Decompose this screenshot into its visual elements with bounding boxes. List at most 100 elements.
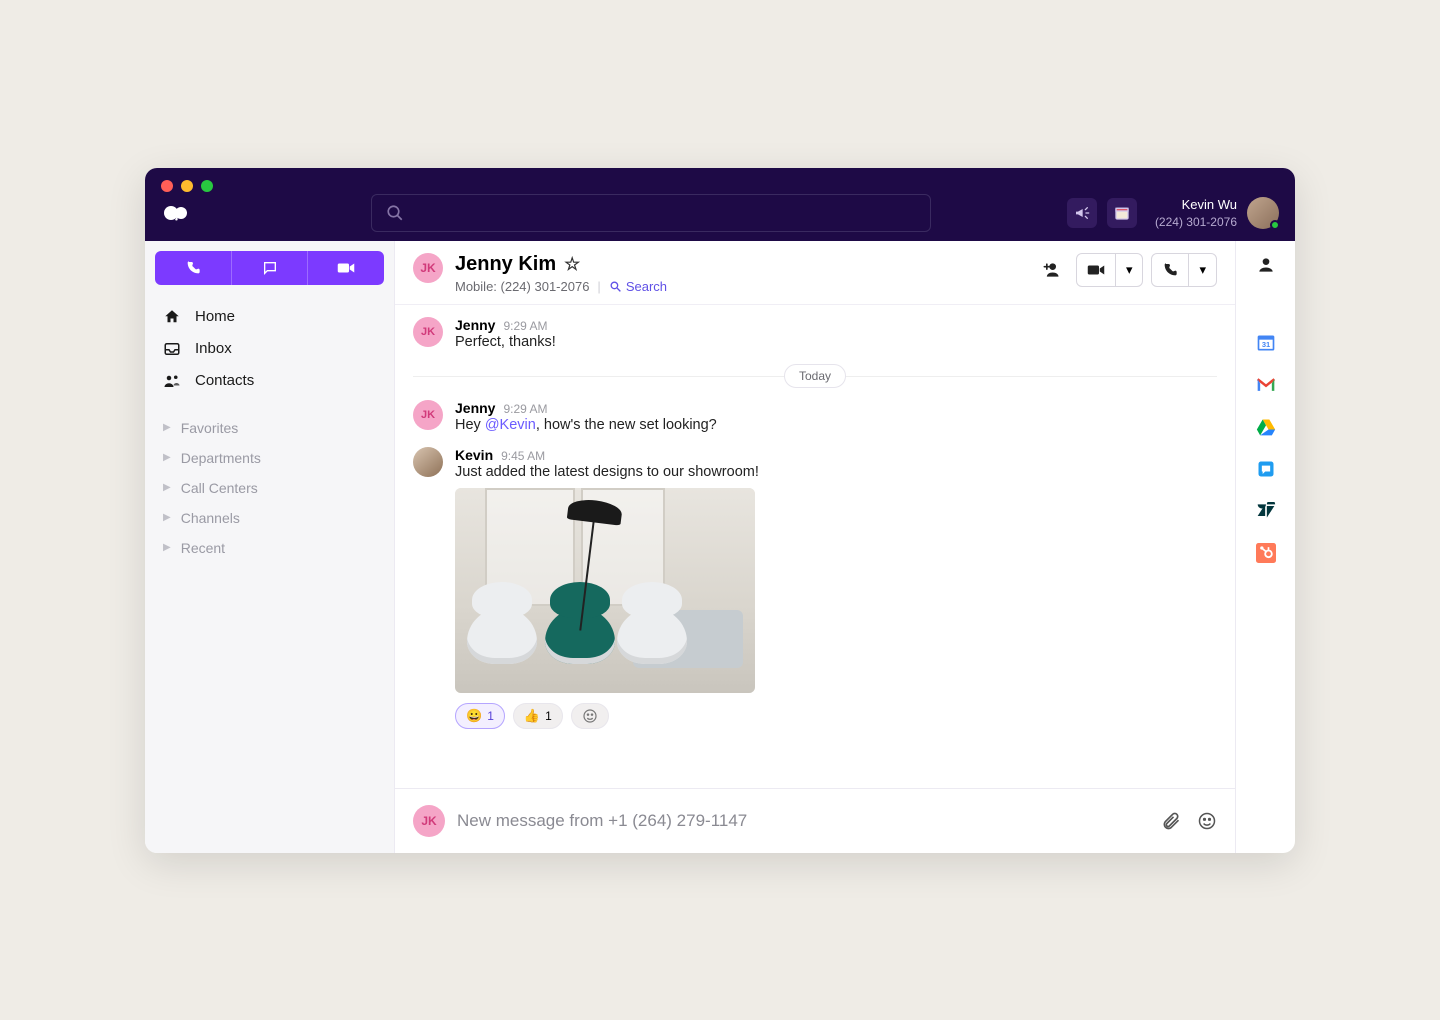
add-reaction-button[interactable] — [571, 703, 609, 729]
caret-right-icon: ▶ — [163, 452, 171, 463]
message: JK Jenny 9:29 AM Perfect, thanks! — [413, 317, 1217, 350]
home-icon — [163, 308, 181, 326]
section-label: Recent — [181, 540, 225, 556]
sender-name: Jenny — [455, 317, 495, 333]
reaction-count: 1 — [545, 709, 552, 723]
reaction-thumbs-up[interactable]: 👍 1 — [513, 703, 563, 729]
conversation-header: JK Jenny Kim ☆ Mobile: (224) 301-2076 | … — [395, 241, 1235, 305]
section-recent[interactable]: ▶ Recent — [145, 533, 394, 563]
video-call-split[interactable]: ▾ — [1076, 253, 1144, 287]
sender-avatar — [413, 447, 443, 477]
inbox-icon — [163, 340, 181, 358]
megaphone-button[interactable] — [1067, 198, 1097, 228]
nav-contacts[interactable]: Contacts — [145, 365, 394, 397]
sender-name: Jenny — [455, 400, 495, 416]
conversation: JK Jenny Kim ☆ Mobile: (224) 301-2076 | … — [395, 241, 1235, 853]
star-icon[interactable]: ☆ — [564, 254, 580, 275]
attach-button[interactable] — [1161, 811, 1181, 831]
global-search[interactable] — [371, 194, 931, 232]
presence-indicator — [1270, 220, 1280, 230]
phone-call-button[interactable] — [1152, 254, 1189, 286]
contact-profile-button[interactable] — [1256, 255, 1276, 275]
composer-actions — [1161, 811, 1217, 831]
video-call-dropdown[interactable]: ▾ — [1116, 254, 1143, 286]
gmail-app-icon[interactable] — [1256, 375, 1276, 395]
call-button[interactable] — [155, 251, 232, 285]
reactions: 😀 1 👍 1 — [455, 703, 1217, 729]
titlebar: Kevin Wu (224) 301-2076 — [145, 168, 1295, 241]
app-rail: 31 — [1235, 241, 1295, 853]
nav-home[interactable]: Home — [145, 301, 394, 333]
calendar-button[interactable] — [1107, 198, 1137, 228]
section-label: Call Centers — [181, 480, 258, 496]
hubspot-app-icon[interactable] — [1256, 543, 1276, 563]
message-time: 9:29 AM — [503, 402, 547, 416]
conversation-actions: ▾ ▾ — [1034, 253, 1217, 287]
search-conversation[interactable]: Search — [609, 279, 667, 294]
caret-right-icon: ▶ — [163, 512, 171, 523]
video-button[interactable] — [308, 251, 384, 285]
current-user[interactable]: Kevin Wu (224) 301-2076 — [1155, 196, 1279, 230]
section-departments[interactable]: ▶ Departments — [145, 443, 394, 473]
contacts-icon — [163, 372, 181, 390]
section-favorites[interactable]: ▶ Favorites — [145, 413, 394, 443]
section-label: Channels — [181, 510, 240, 526]
message-time: 9:45 AM — [501, 449, 545, 463]
sender-avatar: JK — [413, 317, 443, 347]
user-name: Kevin Wu — [1155, 196, 1237, 214]
header-actions: Kevin Wu (224) 301-2076 — [1067, 196, 1279, 230]
sender-avatar: JK — [413, 400, 443, 430]
mobile-number: Mobile: (224) 301-2076 — [455, 279, 589, 294]
phone-call-dropdown[interactable]: ▾ — [1189, 254, 1216, 286]
nav-inbox[interactable]: Inbox — [145, 333, 394, 365]
minimize-window[interactable] — [181, 180, 193, 192]
composer-input[interactable]: New message from +1 (264) 279-1147 — [457, 811, 1149, 831]
video-call-button[interactable] — [1077, 254, 1116, 286]
main: JK Jenny Kim ☆ Mobile: (224) 301-2076 | … — [395, 241, 1295, 853]
mention[interactable]: @Kevin — [485, 417, 536, 433]
sender-name: Kevin — [455, 447, 493, 463]
quick-actions — [155, 251, 384, 285]
app-window: Kevin Wu (224) 301-2076 — [145, 168, 1295, 853]
chat-app-icon[interactable] — [1256, 459, 1276, 479]
close-window[interactable] — [161, 180, 173, 192]
zendesk-app-icon[interactable] — [1256, 501, 1276, 521]
reaction-count: 1 — [487, 709, 494, 723]
emoji-button[interactable] — [1197, 811, 1217, 831]
section-label: Favorites — [181, 420, 239, 436]
contact-avatar: JK — [413, 253, 443, 283]
message-attachment-image[interactable] — [455, 488, 755, 693]
message: Kevin 9:45 AM Just added the latest desi… — [413, 447, 1217, 729]
phone-call-split[interactable]: ▾ — [1151, 253, 1217, 287]
caret-right-icon: ▶ — [163, 422, 171, 433]
message-button[interactable] — [232, 251, 309, 285]
contact-name-text: Jenny Kim — [455, 253, 556, 276]
user-avatar[interactable] — [1247, 197, 1279, 229]
date-divider: Today — [413, 364, 1217, 388]
contact-subline: Mobile: (224) 301-2076 | Search — [455, 279, 667, 294]
emoji: 😀 — [466, 708, 482, 724]
message-list[interactable]: JK Jenny 9:29 AM Perfect, thanks! Today — [395, 305, 1235, 788]
caret-down-icon: ▾ — [1126, 262, 1133, 278]
section-channels[interactable]: ▶ Channels — [145, 503, 394, 533]
caret-down-icon: ▾ — [1199, 262, 1206, 278]
calendar-app-icon[interactable]: 31 — [1256, 333, 1276, 353]
nav-label: Contacts — [195, 372, 254, 389]
sidebar: Home Inbox Contacts ▶ Favorites ▶ Departme… — [145, 241, 395, 853]
reaction-smile[interactable]: 😀 1 — [455, 703, 505, 729]
date-label: Today — [784, 364, 846, 388]
section-label: Departments — [181, 450, 261, 466]
svg-text:31: 31 — [1261, 340, 1269, 349]
add-person-button[interactable] — [1034, 253, 1068, 287]
app-logo — [163, 204, 191, 224]
emoji: 👍 — [524, 708, 540, 724]
caret-right-icon: ▶ — [163, 482, 171, 493]
section-call-centers[interactable]: ▶ Call Centers — [145, 473, 394, 503]
caret-right-icon: ▶ — [163, 542, 171, 553]
drive-app-icon[interactable] — [1256, 417, 1276, 437]
message: JK Jenny 9:29 AM Hey @Kevin, how's the n… — [413, 400, 1217, 433]
sidebar-sections: ▶ Favorites ▶ Departments ▶ Call Centers ▶ C… — [145, 403, 394, 573]
maximize-window[interactable] — [201, 180, 213, 192]
user-phone: (224) 301-2076 — [1155, 214, 1237, 230]
window-controls — [161, 180, 213, 192]
